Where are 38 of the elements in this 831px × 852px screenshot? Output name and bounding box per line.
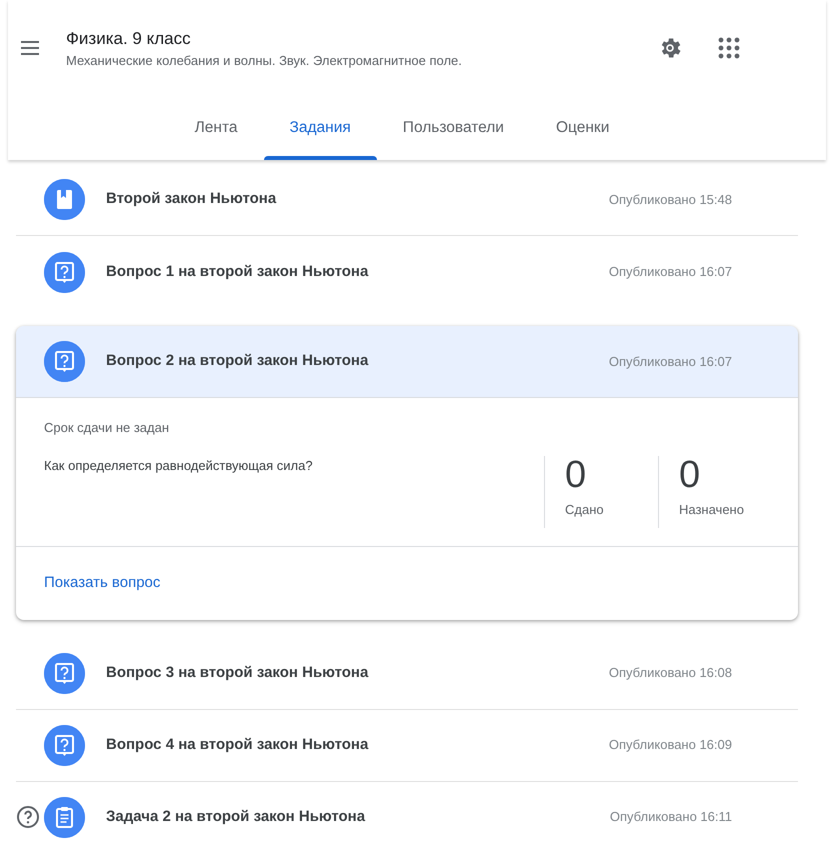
- assignment-row[interactable]: Второй закон Ньютона Опубликовано 15:48: [16, 164, 798, 236]
- course-subtitle: Механические колебания и волны. Звук. Электромагнитное поле.: [66, 52, 462, 70]
- stat-count: 0: [565, 456, 588, 494]
- due-date-text: Срок сдачи не задан: [44, 419, 170, 437]
- tab[interactable]: Задания: [264, 96, 377, 160]
- item-title[interactable]: Вопрос 3 на второй закон Ньютона: [106, 662, 368, 684]
- help-icon[interactable]: [16, 805, 40, 829]
- bookmark-icon: [44, 179, 85, 220]
- tab[interactable]: Оценки: [530, 96, 636, 160]
- item-title[interactable]: Вопрос 2 на второй закон Ньютона: [106, 350, 368, 373]
- tab[interactable]: Лента: [168, 96, 264, 160]
- assignment-row[interactable]: Вопрос 3 на второй закон Ньютона Опубликовано 16:08: [16, 638, 798, 710]
- question-text: Как определяется равнодействующая сила?: [44, 456, 314, 475]
- question-icon: [44, 252, 85, 292]
- clipboard-icon: [44, 796, 85, 838]
- publish-time: Опубликовано 16:09: [608, 736, 732, 754]
- stat-count: 0: [679, 456, 702, 494]
- item-title[interactable]: Вопрос 1 на второй закон Ньютона: [106, 260, 368, 284]
- publish-time: Опубликовано 16:07: [608, 352, 732, 371]
- item-title[interactable]: Вопрос 4 на второй закон Ньютона: [106, 734, 368, 756]
- question-icon: [44, 652, 85, 694]
- course-title: Физика. 9 класс: [66, 28, 192, 50]
- publish-time: Опубликовано 16:08: [608, 664, 732, 682]
- publish-time: Опубликовано 15:48: [608, 190, 732, 209]
- stat-label: Сдано: [565, 500, 605, 519]
- tab[interactable]: Пользователи: [376, 96, 530, 160]
- question-icon: [44, 724, 85, 766]
- assignment-row[interactable]: Вопрос 4 на второй закон Ньютона Опубликовано 16:09: [16, 710, 798, 782]
- question-icon: [44, 341, 85, 382]
- show-question-link[interactable]: Показать вопрос: [44, 574, 160, 590]
- stat-label: Назначено: [679, 500, 745, 518]
- item-title[interactable]: Второй закон Ньютона: [106, 188, 276, 211]
- assignment-card[interactable]: Вопрос 2 на второй закон Ньютона Опубликовано 16:07 Срок сдачи не задан Как определяется равнодействующая сила? 0 Сдано 0 Назначено Показать вопрос: [16, 326, 798, 620]
- publish-time: Опубликовано 16:11: [610, 808, 732, 826]
- assignment-row[interactable]: Вопрос 1 на второй закон Ньютона Опубликовано 16:07: [16, 236, 798, 308]
- publish-time: Опубликовано 16:07: [608, 263, 732, 282]
- item-title[interactable]: Задача 2 на второй закон Ньютона: [106, 806, 366, 828]
- apps-icon[interactable]: [718, 37, 740, 59]
